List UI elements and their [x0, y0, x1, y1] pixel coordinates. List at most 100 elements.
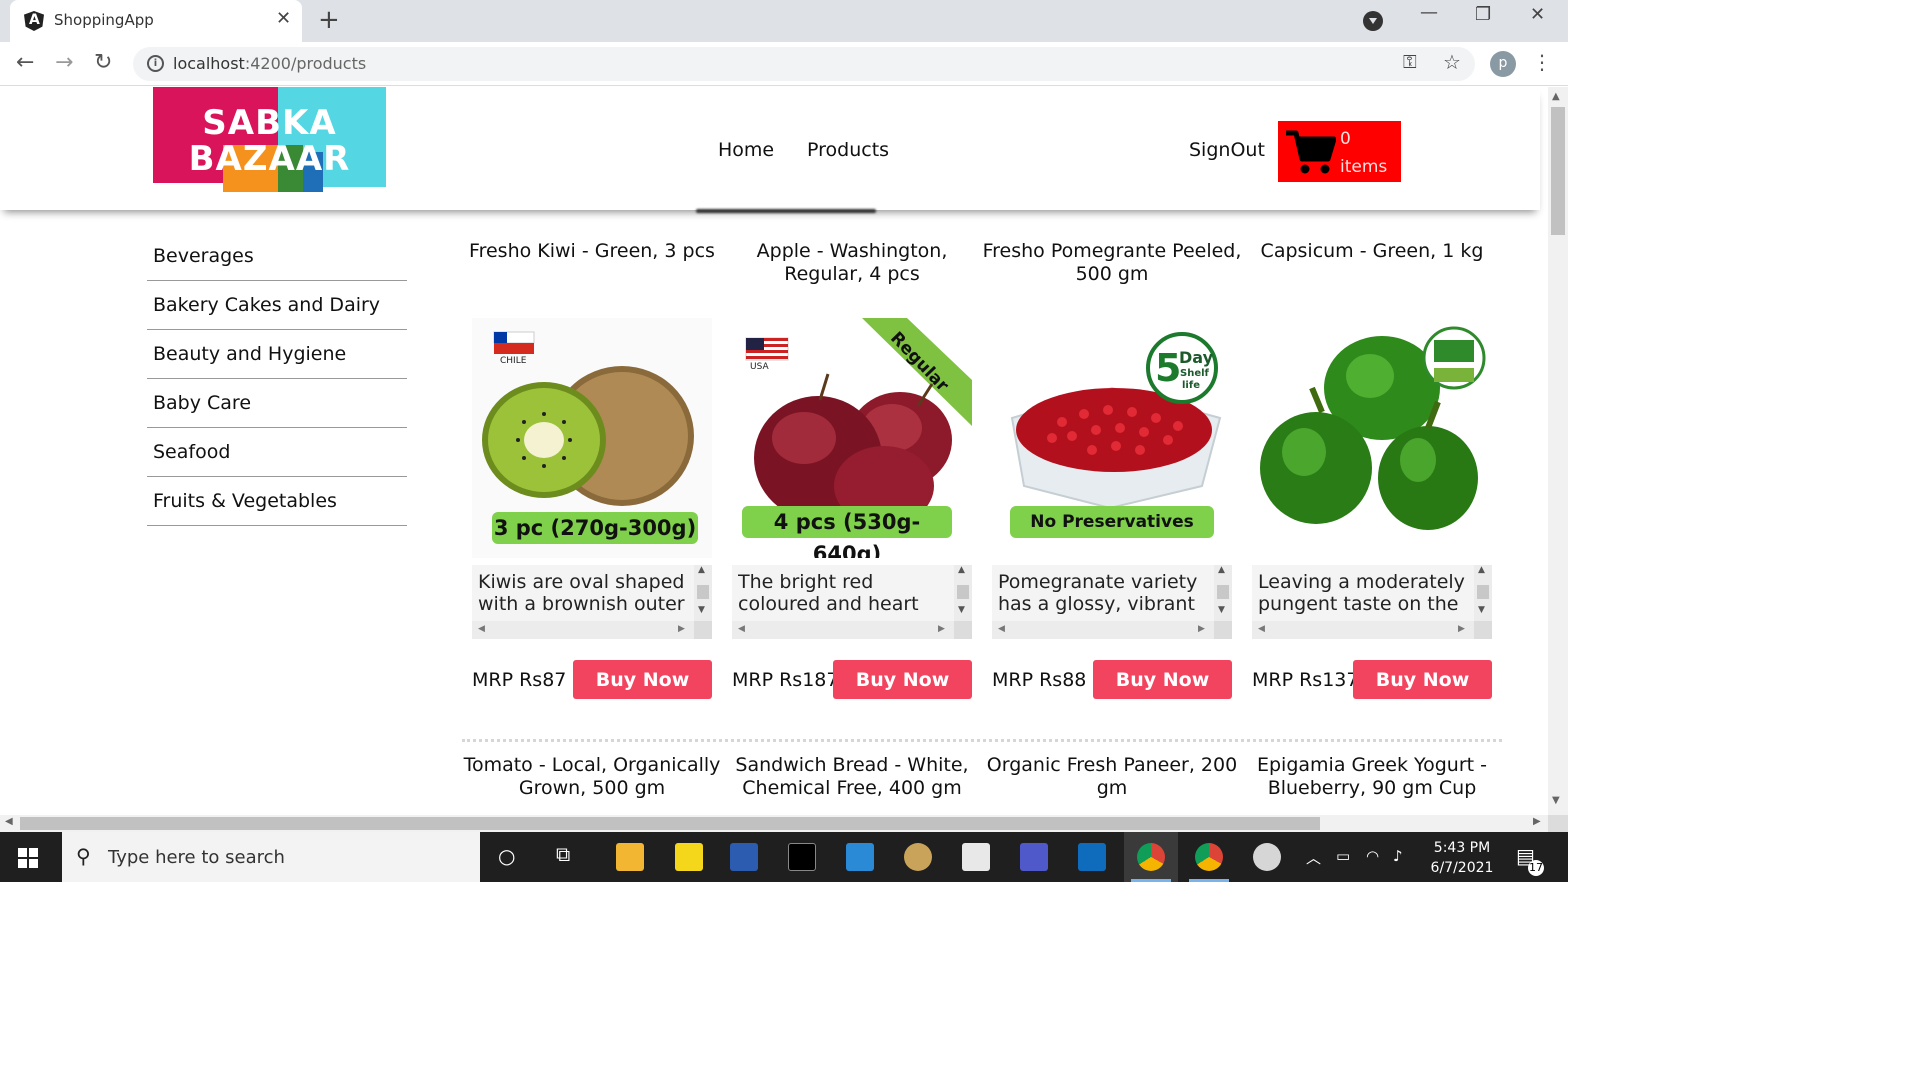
- description-hscroll[interactable]: ◀ ▶: [992, 621, 1214, 639]
- snipping-tool-icon[interactable]: [1253, 843, 1281, 871]
- category-seafood[interactable]: Seafood: [147, 428, 407, 477]
- word-icon[interactable]: [730, 843, 758, 871]
- cart-button[interactable]: 0 items: [1278, 121, 1401, 182]
- description-vscroll[interactable]: ▲ ▼: [954, 565, 972, 621]
- task-view-icon[interactable]: ⧉: [556, 842, 570, 866]
- terminal-icon[interactable]: [788, 843, 816, 871]
- description-vscroll[interactable]: ▲ ▼: [1214, 565, 1232, 621]
- close-tab-icon[interactable]: ✕: [276, 8, 291, 29]
- scroll-thumb[interactable]: [20, 817, 1320, 830]
- url-path: :4200/products: [244, 54, 367, 73]
- buy-now-button[interactable]: Buy Now: [1353, 660, 1492, 699]
- new-tab-button[interactable]: +: [318, 5, 340, 35]
- paint-icon[interactable]: [904, 843, 932, 871]
- active-indicator: [1131, 879, 1171, 882]
- key-icon[interactable]: ⚿: [1403, 52, 1417, 73]
- address-bar[interactable]: i localhost:4200/products ⚿ ☆: [133, 47, 1475, 81]
- cart-icon: [1286, 130, 1336, 174]
- file-explorer-icon[interactable]: [616, 843, 644, 871]
- cart-items-label: items: [1340, 157, 1388, 177]
- product-title: Organic Fresh Paneer, 200 gm: [986, 754, 1238, 799]
- signout-link[interactable]: SignOut: [1189, 139, 1265, 161]
- window-close-icon[interactable]: ✕: [1530, 4, 1545, 25]
- scroll-right-icon[interactable]: ▶: [1533, 816, 1541, 827]
- product-description-box[interactable]: Pomegranate variety has a glossy, vibran…: [992, 565, 1232, 639]
- teams-icon[interactable]: [1020, 843, 1048, 871]
- volume-icon[interactable]: ♪: [1393, 847, 1403, 865]
- page-vertical-scrollbar[interactable]: ▲ ▼: [1548, 87, 1568, 815]
- product-description: Leaving a moderately pungent taste on th…: [1258, 571, 1465, 615]
- windows-taskbar: ⚲ Type here to search ○ ⧉ ︿ ▭ ◠ ♪ 5:43 P…: [0, 832, 1568, 882]
- category-baby-care[interactable]: Baby Care: [147, 379, 407, 428]
- product-description-box[interactable]: Leaving a moderately pungent taste on th…: [1252, 565, 1492, 639]
- product-description: Pomegranate variety has a glossy, vibran…: [998, 571, 1198, 615]
- cortana-icon[interactable]: ○: [498, 844, 515, 868]
- category-bakery-cakes-dairy[interactable]: Bakery Cakes and Dairy: [147, 281, 407, 330]
- flag-label: CHILE: [500, 356, 527, 366]
- buy-now-button[interactable]: Buy Now: [833, 660, 972, 699]
- profile-avatar[interactable]: p: [1490, 51, 1516, 77]
- taskbar-search[interactable]: ⚲ Type here to search: [62, 832, 480, 882]
- main-nav: Home Products: [686, 111, 889, 211]
- windows-start-icon[interactable]: [18, 848, 38, 868]
- product-description-box[interactable]: Kiwis are oval shaped with a brownish ou…: [472, 565, 712, 639]
- buy-now-button[interactable]: Buy Now: [1093, 660, 1232, 699]
- buy-now-button[interactable]: Buy Now: [573, 660, 712, 699]
- bookmark-star-icon[interactable]: ☆: [1443, 50, 1461, 74]
- tray-chevron-icon[interactable]: ︿: [1306, 847, 1321, 868]
- url-host: localhost: [173, 54, 245, 73]
- category-beverages[interactable]: Beverages: [147, 232, 407, 281]
- pack-size-badge: 4 pcs (530g-640g): [742, 506, 952, 558]
- kebab-menu-icon[interactable]: ⋮: [1532, 50, 1552, 74]
- cart-count: 0: [1340, 129, 1351, 149]
- taskbar-clock[interactable]: 5:43 PM 6/7/2021: [1424, 838, 1500, 878]
- restore-icon[interactable]: ❐: [1475, 4, 1491, 25]
- product-price: MRP Rs187: [732, 669, 839, 691]
- scroll-thumb[interactable]: [1551, 107, 1565, 235]
- seal-number: 5: [1155, 346, 1182, 390]
- product-image-kiwi[interactable]: CHILE 3 pc (270g-300g): [472, 318, 712, 558]
- description-vscroll[interactable]: ▲ ▼: [694, 565, 712, 621]
- sabka-bazaar-logo[interactable]: SABKA BAZAAR: [153, 87, 386, 192]
- browser-tab[interactable]: ShoppingApp ✕: [10, 0, 302, 42]
- running-indicator: [1189, 879, 1229, 882]
- photos-icon[interactable]: [962, 843, 990, 871]
- site-header: SABKA BAZAAR Home Products SignOut 0 ite…: [0, 87, 1540, 210]
- outlook-icon[interactable]: [1078, 843, 1106, 871]
- page-horizontal-scrollbar[interactable]: ◀ ▶: [0, 815, 1548, 832]
- wifi-icon[interactable]: ◠: [1366, 847, 1379, 865]
- row-separator: [462, 739, 1502, 742]
- product-description: Kiwis are oval shaped with a brownish ou…: [478, 571, 685, 615]
- description-hscroll[interactable]: ◀ ▶: [732, 621, 954, 639]
- scroll-left-icon[interactable]: ◀: [5, 816, 13, 827]
- product-image-capsicum[interactable]: [1252, 318, 1492, 558]
- category-beauty-hygiene[interactable]: Beauty and Hygiene: [147, 330, 407, 379]
- chrome-icon[interactable]: [1195, 843, 1223, 871]
- vscode-icon[interactable]: [846, 843, 874, 871]
- product-title: Capsicum - Green, 1 kg: [1260, 240, 1484, 262]
- category-fruits-vegetables[interactable]: Fruits & Vegetables: [147, 477, 407, 526]
- scroll-up-icon[interactable]: ▲: [1552, 91, 1560, 102]
- info-icon[interactable]: i: [147, 55, 164, 72]
- nav-products[interactable]: Products: [807, 139, 889, 161]
- description-vscroll[interactable]: ▲ ▼: [1474, 565, 1492, 621]
- scroll-down-icon[interactable]: ▼: [1552, 795, 1560, 806]
- product-image-apple[interactable]: USA Regular 4 pcs (530g-640g): [732, 318, 972, 558]
- minimize-icon[interactable]: —: [1420, 2, 1438, 23]
- back-icon[interactable]: ←: [16, 50, 34, 75]
- product-description-box[interactable]: The bright red coloured and heart shaped…: [732, 565, 972, 639]
- description-hscroll[interactable]: ◀ ▶: [472, 621, 694, 639]
- logo-line2: BAZAAR: [188, 139, 351, 179]
- tab-search-icon[interactable]: [1363, 11, 1383, 31]
- notification-count: 17: [1528, 860, 1544, 876]
- chrome-icon[interactable]: [1137, 843, 1165, 871]
- sticky-notes-icon[interactable]: [675, 843, 703, 871]
- forward-icon[interactable]: →: [55, 50, 73, 75]
- product-title: Fresho Pomegrante Peeled, 500 gm: [982, 240, 1242, 285]
- product-image-pomegranate[interactable]: 5 Day Shelf life No Preservatives: [992, 318, 1232, 558]
- description-hscroll[interactable]: ◀ ▶: [1252, 621, 1474, 639]
- browser-tabbar: ShoppingApp ✕ + — ❐ ✕: [0, 0, 1568, 42]
- reload-icon[interactable]: ↻: [94, 50, 112, 75]
- nav-home[interactable]: Home: [718, 139, 774, 161]
- battery-icon[interactable]: ▭: [1336, 847, 1350, 865]
